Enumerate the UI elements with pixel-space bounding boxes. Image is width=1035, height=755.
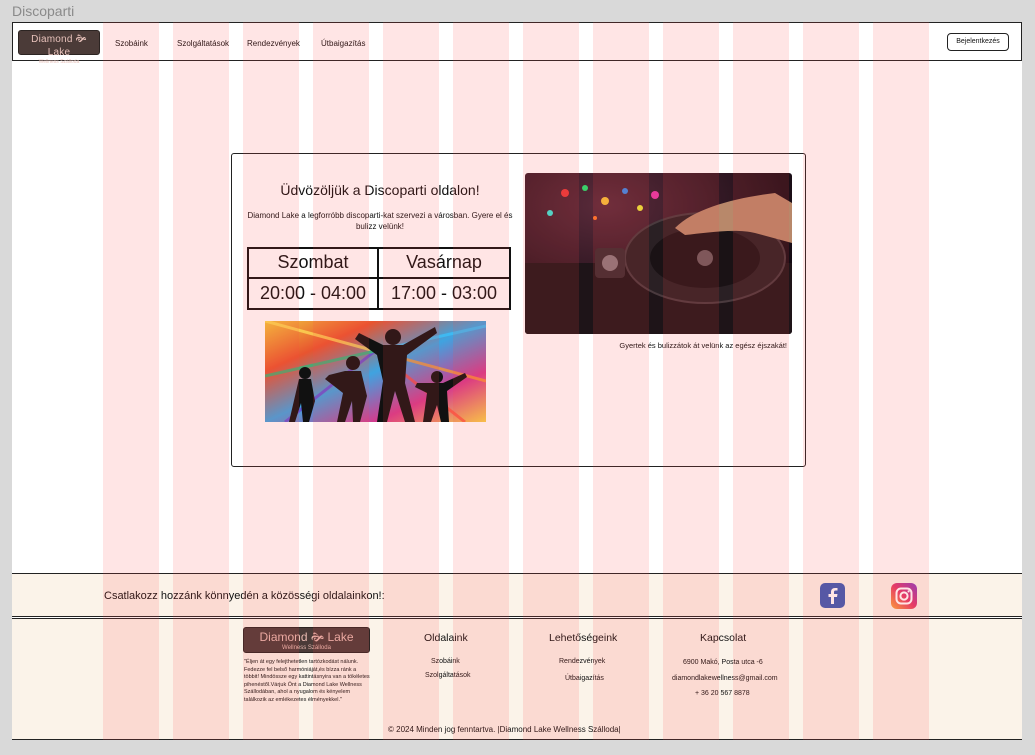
footer-logo[interactable]: Diamond 🙞 Lake Wellness Szálloda (243, 627, 370, 653)
footer-link-directions[interactable]: Útbaigazítás (565, 675, 604, 682)
nav-link-events[interactable]: Rendezvények (247, 39, 300, 48)
footer-logo-subtitle: Wellness Szálloda (282, 645, 331, 651)
footer-link-rooms[interactable]: Szobáink (431, 658, 460, 665)
footer: Diamond 🙞 Lake Wellness Szálloda "Éljen … (12, 618, 1022, 740)
footer-quote: "Éljen át egy felejthetetlen tartózkodás… (244, 659, 370, 703)
nav-link-rooms[interactable]: Szobáink (115, 39, 148, 48)
schedule-day-saturday: Szombat (249, 249, 379, 279)
logo-text: Diamond 🙞 Lake (31, 34, 87, 58)
dj-caption: Gyertek és bulizzátok át velünk az egész… (619, 341, 787, 350)
disco-card: Üdvözöljük a Discoparti oldalon! Diamond… (231, 153, 806, 467)
navbar: Diamond 🙞 Lake Wellness Szálloda Szobáin… (12, 22, 1022, 65)
social-bar: Csatlakozz hozzánk könnyedén a közösségi… (12, 573, 1022, 617)
schedule-table: Szombat Vasárnap 20:00 - 04:00 17:00 - 0… (247, 247, 511, 310)
dancers-image (265, 321, 486, 422)
facebook-icon[interactable] (820, 583, 845, 608)
footer-contact-heading: Kapcsolat (700, 632, 747, 644)
header-logo[interactable]: Diamond 🙞 Lake Wellness Szálloda (18, 30, 100, 65)
dj-image (525, 173, 792, 334)
instagram-icon[interactable] (891, 583, 917, 609)
copyright: © 2024 Minden jog fenntartva. |Diamond L… (388, 725, 621, 734)
schedule-day-sunday: Vasárnap (379, 249, 509, 279)
schedule-time-sunday: 17:00 - 03:00 (390, 282, 498, 303)
footer-address: 6900 Makó, Posta utca -6 (683, 659, 763, 666)
footer-logo-text: Diamond 🙞 Lake (259, 630, 354, 644)
logo-subtitle: Wellness Szálloda (38, 59, 80, 65)
nav-link-directions[interactable]: Útbaigazítás (321, 39, 365, 48)
nav-link-services[interactable]: Szolgáltatások (177, 39, 229, 48)
schedule-time-saturday: 20:00 - 04:00 (249, 278, 379, 308)
intro-text: Diamond Lake a legforróbb discoparti-kat… (247, 211, 513, 231)
footer-pages-heading: Oldalaink (424, 632, 468, 644)
footer-email[interactable]: diamondlakewellness@gmail.com (672, 675, 778, 682)
page-frame: Diamond 🙞 Lake Wellness Szálloda Szobáin… (12, 22, 1022, 740)
page-title: Üdvözöljük a Discoparti oldalon! (280, 182, 480, 198)
footer-link-services[interactable]: Szolgáltatások (425, 672, 471, 679)
frame-title: Discoparti (12, 3, 75, 19)
footer-link-events[interactable]: Rendezvények (559, 658, 605, 665)
social-text: Csatlakozz hozzánk könnyedén a közösségi… (104, 590, 385, 602)
login-button[interactable]: Bejelentkezés (947, 33, 1009, 51)
footer-options-heading: Lehetőségeink (549, 632, 618, 644)
footer-phone: + 36 20 567 8878 (695, 690, 750, 697)
